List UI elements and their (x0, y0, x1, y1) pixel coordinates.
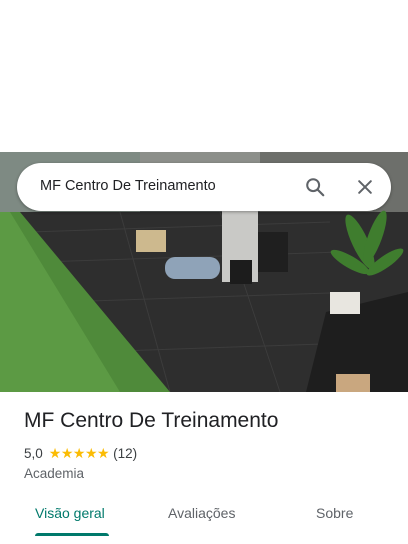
star-icon: ★ (72, 445, 86, 461)
tab-reviews[interactable]: Avaliações (168, 505, 235, 521)
search-bar[interactable]: MF Centro De Treinamento (17, 163, 391, 211)
star-icon: ★ (48, 445, 62, 461)
search-button[interactable] (301, 173, 329, 201)
rating-row[interactable]: 5,0 ★ ★ ★ ★ ★ (12) (24, 445, 137, 461)
active-tab-indicator (35, 533, 109, 536)
rating-value: 5,0 (24, 445, 43, 461)
place-title: MF Centro De Treinamento (24, 409, 279, 432)
search-icon (306, 178, 325, 197)
star-icon: ★ (84, 445, 98, 461)
star-icon: ★ (97, 445, 110, 461)
close-button[interactable] (351, 173, 379, 201)
review-count: (12) (113, 445, 138, 461)
place-category: Academia (24, 466, 85, 481)
close-icon (358, 180, 372, 194)
tab-about[interactable]: Sobre (316, 505, 353, 521)
tab-overview[interactable]: Visão geral (35, 505, 105, 521)
star-icon: ★ (60, 445, 74, 461)
star-rating: ★ ★ ★ ★ ★ (48, 445, 110, 461)
search-input[interactable]: MF Centro De Treinamento (40, 178, 216, 194)
